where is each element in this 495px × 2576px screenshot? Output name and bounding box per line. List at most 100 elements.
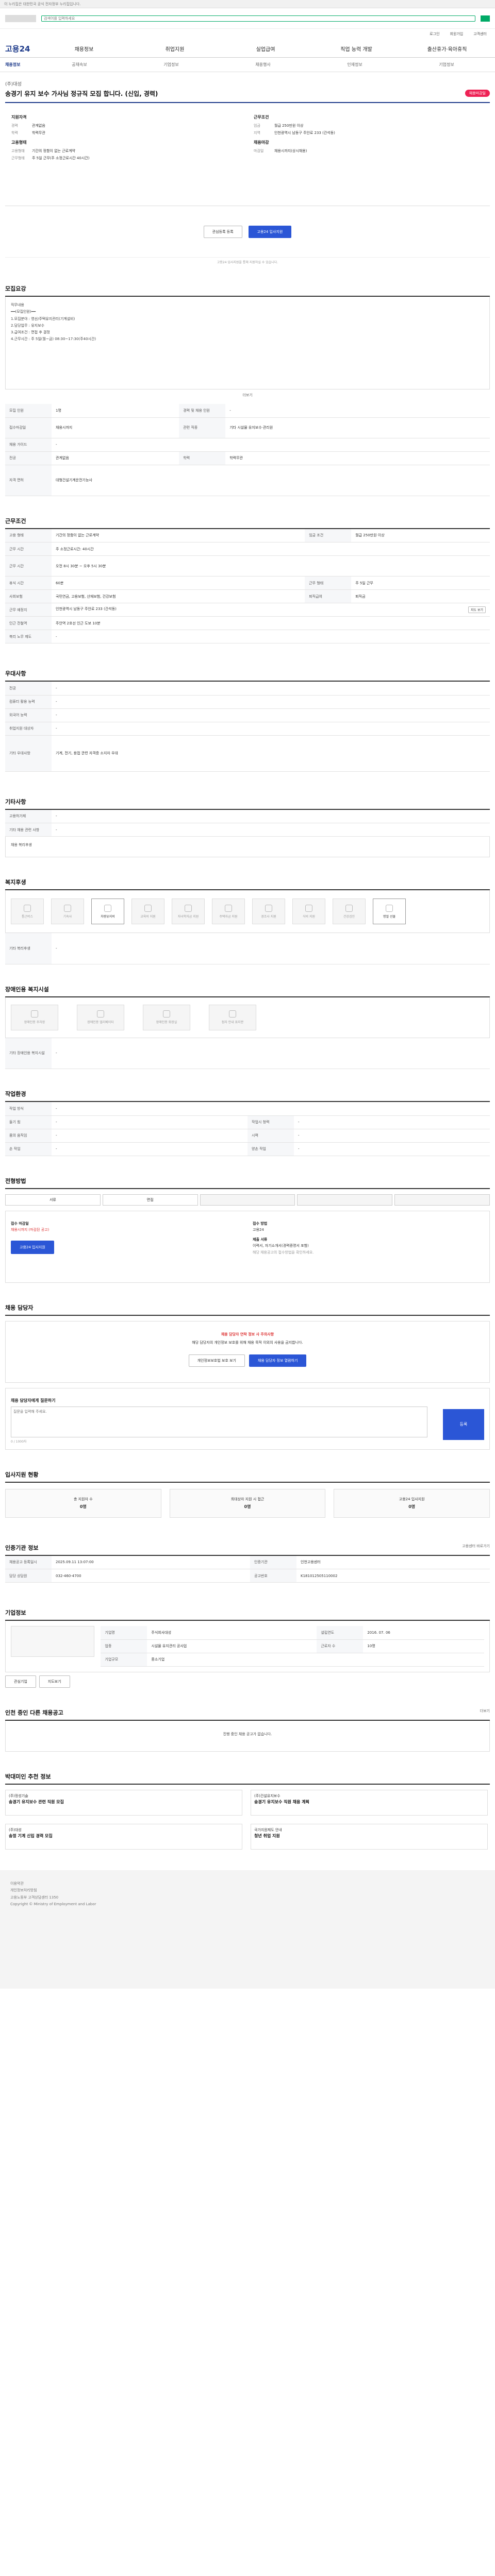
footer-privacy[interactable]: 개인정보처리방침 — [10, 1887, 485, 1894]
more-link[interactable]: 더보기 — [480, 1708, 490, 1714]
footer-terms[interactable]: 이용약관 — [10, 1880, 485, 1887]
qa-title: 채용 담당자에게 질문하기 — [11, 1398, 56, 1403]
kv-value: 기간의 정함이 없는 근로계약 — [32, 149, 75, 153]
cell-value: 10명 — [363, 1639, 484, 1653]
other-section: 기타사항 고용허가제 - 기타 채용 관련 사항 - 채용 복리후생 — [5, 798, 490, 857]
address-text: 인천광역시 남동구 주안로 233 (간석동) — [56, 607, 117, 611]
nav-training[interactable]: 직업 능력 개발 — [314, 45, 399, 53]
recommend-list: (주)정성기술 송경기 유지보수 관련 직원 모집 (주)건설유지보수 송경기 유지… — [5, 1790, 490, 1850]
reg-table: 채용공고 등록일시 2025.09.11 13:07:00 인증기관 인천고용센터 담… — [5, 1555, 490, 1583]
cell-key: 근무 시간 — [5, 542, 52, 556]
cell-value: - — [294, 1142, 490, 1156]
benefit-label: 통근버스 — [21, 914, 34, 919]
cell-value: 인천고용센터 — [296, 1555, 490, 1569]
benefit-label: 경조사 지원 — [261, 914, 276, 919]
signup-link[interactable]: 회원가입 — [450, 31, 463, 38]
deadline-badge: 채용마감일 — [465, 90, 490, 97]
cell-value: 학력무관 — [225, 451, 490, 465]
qa-send-button[interactable]: 등록 — [443, 1409, 484, 1440]
nav-support[interactable]: 취업지원 — [132, 45, 218, 53]
cell-value: 주 5일 근무 — [351, 576, 490, 590]
subnav-1[interactable]: 공채속보 — [36, 62, 123, 67]
cell-key: 고용 형태 — [5, 529, 52, 543]
cell-key: 취업지원 대상자 — [5, 722, 52, 736]
house-icon — [225, 904, 232, 912]
benefit-item: 식비 지원 — [292, 899, 325, 924]
benefit-label: 교육비 지원 — [140, 914, 156, 919]
cell-value: - — [52, 1129, 248, 1143]
kv-key: 임금 — [254, 124, 260, 128]
cell-value: - — [52, 823, 490, 837]
cell-key: 관련 직종 — [179, 417, 226, 438]
more-button[interactable]: 더보기 — [5, 389, 490, 401]
apply-button-2[interactable]: 고용24 입사지원 — [11, 1240, 54, 1255]
subnav-3[interactable]: 채용행사 — [220, 62, 306, 67]
cell-key: 컴퓨터 활용 능력 — [5, 695, 52, 709]
benefit-item: 경조사 지원 — [252, 899, 285, 924]
cell-key: 들기 힘 — [5, 1115, 52, 1129]
stats-section: 입사지원 현황 총 지원자 수 0명 최대상자 지원 시 접근 0명 고용24 입사… — [5, 1470, 490, 1518]
apply-desc: 해당 채용공고의 접수방법을 확인하세요. — [253, 1250, 314, 1255]
cell-key: 작업시 청력 — [248, 1115, 294, 1129]
subnav-4[interactable]: 인재정보 — [311, 62, 398, 67]
nav-leave[interactable]: 출산휴가·육아휴직 — [404, 45, 490, 53]
company-map-button[interactable]: 지도보기 — [39, 1675, 70, 1688]
cell-key: 근로자 수 — [317, 1639, 364, 1653]
section-title: 작업환경 — [5, 1090, 490, 1102]
map-button[interactable]: 지도 보기 — [468, 606, 486, 613]
benefit-label: 명절 선물 — [383, 914, 395, 919]
nav-jobs[interactable]: 채용정보 — [41, 45, 127, 53]
follow-company-button[interactable]: 관심기업 — [5, 1675, 36, 1688]
center-link[interactable]: 고용센터 바로가기 — [462, 1544, 490, 1549]
subnav-5[interactable]: 기업정보 — [403, 62, 490, 67]
summary-head: 근무조건 — [254, 115, 269, 120]
support-link[interactable]: 고객센터 — [473, 31, 487, 38]
section-title: 장애인용 복지시설 — [5, 985, 490, 997]
search-input[interactable]: 검색어를 입력하세요 — [41, 15, 475, 22]
apply-button[interactable]: 고용24 입사지원 — [248, 225, 292, 238]
search-icon[interactable] — [481, 15, 490, 22]
recommend-card[interactable]: (주)대성 송정 기계 신입 경력 모집 — [5, 1824, 242, 1850]
cell-value: K181012505110002 — [296, 1569, 490, 1583]
stat-value: 0명 — [244, 1504, 251, 1509]
recommend-card[interactable]: (주)정성기술 송경기 유지보수 관련 직원 모집 — [5, 1790, 242, 1816]
footer: 이용약관 개인정보처리방침 고용노동부 고객상담센터 1350 Copyrigh… — [0, 1870, 495, 1989]
cell-value: - — [52, 1102, 490, 1116]
recommend-card[interactable]: 국가지원제도 안내 청년 취업 지원 — [251, 1824, 488, 1850]
job-title: 송경기 유지 보수 가사님 정규직 모집 합니다. (신입, 경력) — [5, 90, 158, 97]
benefit-label: 주택자금 지원 — [219, 914, 238, 919]
cell-key: 사회보험 — [5, 589, 52, 603]
stat-item: 총 지원자 수 0명 — [5, 1488, 161, 1518]
bookmark-button[interactable]: 관심등록 등록 — [203, 225, 242, 238]
cell-key: 공고번호 — [250, 1569, 297, 1583]
cell-value: 퇴직금 — [351, 589, 490, 603]
kv-key: 지역 — [254, 131, 260, 135]
sub-nav: 채용정보 공채속보 기업정보 채용행사 인재정보 기업정보 — [0, 58, 495, 72]
qa-input[interactable] — [11, 1406, 427, 1437]
braille-icon — [229, 1010, 236, 1018]
cell-value: 기계, 전기, 용접 관련 자격증 소지자 우대 — [52, 735, 490, 772]
nav-benefits[interactable]: 실업급여 — [223, 45, 308, 53]
company-name: (주)대성 — [5, 82, 22, 87]
cell-key: 기업규모 — [101, 1653, 147, 1667]
benefit-item: 자녀학자금 지원 — [172, 899, 205, 924]
cell-key: 설립연도 — [317, 1626, 364, 1640]
step-empty — [200, 1194, 295, 1206]
cell-value: 월급 250만원 이상 — [351, 529, 490, 543]
brand-logo[interactable]: 고용24 — [5, 43, 36, 54]
parking-icon — [31, 1010, 38, 1018]
disability-note-table: 기타 장애인용 복지시설 - — [5, 1038, 490, 1069]
warning-title: 채용 담당자 연락 정보 사 주의사항 — [221, 1332, 274, 1336]
login-link[interactable]: 로그인 — [430, 31, 439, 38]
facility-item: 장애인용 화장실 — [143, 1004, 190, 1030]
view-contact-button[interactable]: 채용 담당자 정보 열람하기 — [249, 1354, 307, 1367]
worker-section: 작업환경 작업 방식 - 들기 힘 - 작업시 청력 - 몸의 움직임 - 시력 - 손 작업… — [5, 1090, 490, 1156]
preference-section: 우대사항 전공 - 컴퓨터 활용 능력 - 외국어 능력 - 취업지원 대상자 - 기타… — [5, 669, 490, 772]
subnav-0[interactable]: 채용정보 — [5, 62, 31, 67]
reg-section: 인증기관 정보 고용센터 바로가기 채용공고 등록일시 2025.09.11 13:… — [5, 1544, 490, 1583]
benefit-item: 차량유지비 — [91, 899, 124, 924]
apply-deadline: 채용시까지 (마감된 공고) — [11, 1228, 50, 1232]
recommend-card[interactable]: (주)건설유지보수 송경기 유지보수 직원 채용 계획 — [251, 1790, 488, 1816]
privacy-button[interactable]: 개인정보보호법 보호 보기 — [188, 1354, 245, 1367]
subnav-2[interactable]: 기업정보 — [128, 62, 214, 67]
